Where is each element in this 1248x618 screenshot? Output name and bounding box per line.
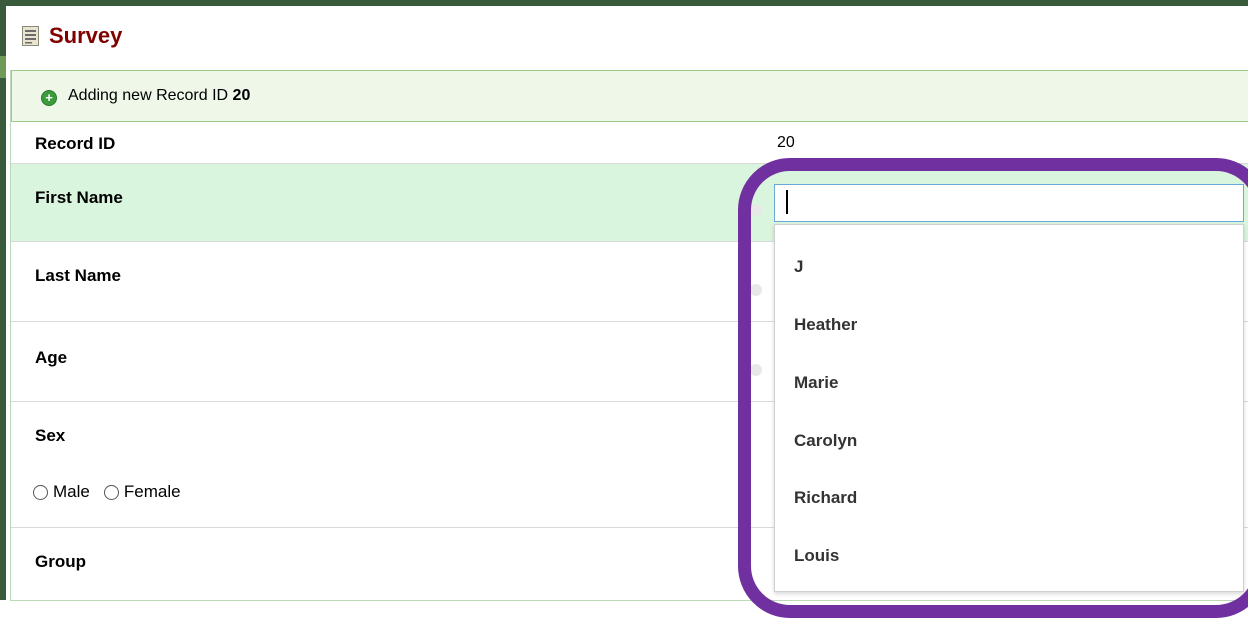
field-label-first-name: First Name xyxy=(35,188,123,207)
page-title: Survey xyxy=(49,23,123,48)
reset-link-last-name[interactable] xyxy=(750,284,762,296)
sex-option-female[interactable]: Female xyxy=(103,482,181,502)
field-row-record-id: Record ID 20 xyxy=(11,122,1248,164)
form-icon xyxy=(22,26,39,46)
autocomplete-option[interactable]: Richard xyxy=(775,473,1243,523)
field-label-record-id: Record ID xyxy=(35,134,116,153)
reset-link-first-name[interactable] xyxy=(750,204,762,216)
field-label-group: Group xyxy=(35,552,86,571)
sex-radio-group: Male Female xyxy=(33,482,195,502)
radio-label-male: Male xyxy=(53,482,90,501)
autocomplete-option[interactable]: Louis xyxy=(775,531,1243,581)
text-caret xyxy=(786,190,788,214)
add-circle-icon: + xyxy=(41,90,57,106)
autocomplete-option[interactable]: Heather xyxy=(775,300,1243,350)
field-label-last-name: Last Name xyxy=(35,266,121,285)
form-header: + Adding new Record ID 20 xyxy=(11,70,1248,122)
sex-option-male[interactable]: Male xyxy=(33,482,90,502)
autocomplete-dropdown: J Heather Marie Carolyn Richard Louis xyxy=(774,224,1244,592)
form-header-prefix: Adding new Record ID xyxy=(68,87,229,104)
page-title-row: Survey xyxy=(22,16,122,56)
field-label-sex: Sex xyxy=(35,426,66,445)
form-header-record-id: 20 xyxy=(232,87,251,104)
first-name-input[interactable] xyxy=(774,184,1244,222)
field-value-record-id: 20 xyxy=(777,134,795,151)
reset-link-age[interactable] xyxy=(750,364,762,376)
form-header-text: Adding new Record ID 20 xyxy=(68,87,250,105)
autocomplete-option[interactable]: Marie xyxy=(775,358,1243,408)
radio-female[interactable] xyxy=(103,484,119,500)
autocomplete-option[interactable]: J xyxy=(775,242,1243,292)
radio-male[interactable] xyxy=(33,484,48,500)
field-label-age: Age xyxy=(35,348,68,367)
autocomplete-option[interactable]: Carolyn xyxy=(775,416,1243,466)
radio-label-female: Female xyxy=(123,482,181,501)
